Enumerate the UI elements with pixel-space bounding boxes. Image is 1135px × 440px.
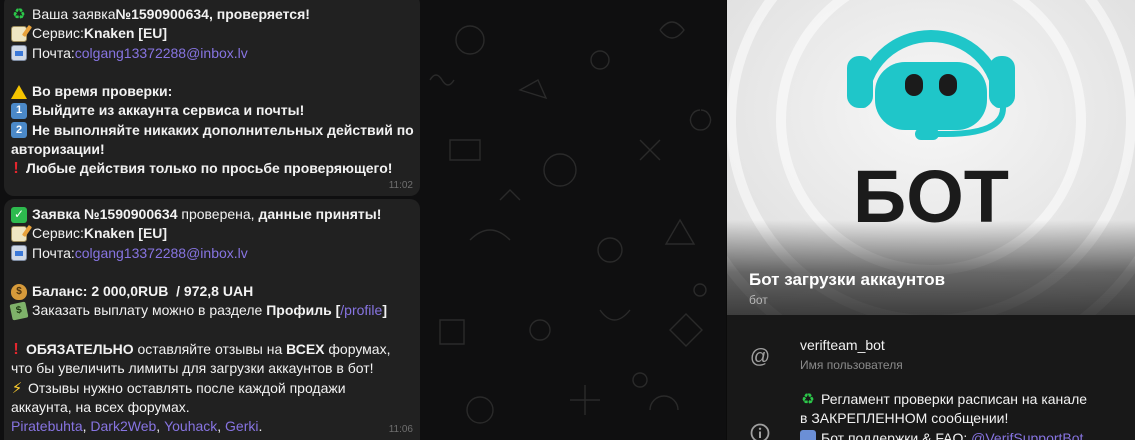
bot-name: Бот загрузки аккаунтов: [749, 270, 946, 289]
message-text: авторизации!: [11, 141, 105, 158]
message-line: ⚡ Отзывы нужно оставлять после каждой пр…: [11, 379, 412, 398]
message-line: ! ОБЯЗАТЕЛЬНО оставляйте отзывы на ВСЕХ …: [11, 340, 412, 359]
books-icon: [800, 430, 816, 440]
message-text: данные приняты!: [258, 206, 382, 222]
message-text: Не выполняйте никаких дополнительных дей…: [32, 121, 414, 138]
email-label: Почта:: [32, 244, 75, 261]
keycap-one-icon: 1: [11, 103, 27, 120]
email-label: Почта:: [32, 44, 75, 61]
username-value: verifteam_bot: [800, 337, 885, 353]
description-text: в ЗАКРЕПЛЕННОМ сообщении!: [800, 410, 1009, 427]
description-row: ♻ Регламент проверки расписан на канале …: [727, 390, 1135, 440]
keycap-two-icon: 2: [11, 122, 27, 139]
forum-link-youhack[interactable]: Youhack: [164, 417, 217, 436]
separator: ,: [217, 418, 226, 435]
memo-icon: [11, 225, 27, 242]
avatar-gradient: [727, 220, 1135, 315]
bot-avatar[interactable]: БОТ Бот загрузки аккаунтов бот: [727, 0, 1135, 315]
service-label: Сервис:: [32, 25, 84, 42]
email-icon: [11, 245, 27, 262]
message-line: Сервис: Knaken [EU]: [11, 24, 412, 43]
message-text: ВСЕХ: [286, 341, 325, 358]
service-value: Knaken [EU]: [83, 25, 168, 42]
separator: ,: [156, 418, 165, 435]
message-line: $ Заказать выплату можно в разделе Профи…: [9, 301, 412, 321]
message-text: Выйдите из аккаунта сервиса и почты!: [32, 102, 305, 119]
username-label: Имя пользователя: [800, 358, 903, 372]
recycle-icon: ♻: [12, 6, 26, 23]
description-line: Бот поддержки & FAQ: @VerifSupportBot: [800, 429, 1120, 440]
message-heading: Во время проверки:: [32, 83, 173, 100]
forum-link-dark2web[interactable]: Dark2Web: [90, 417, 156, 436]
profile-panel: БОТ Бот загрузки аккаунтов бот @ verifte…: [726, 0, 1135, 440]
message-line: 1 Выйдите из аккаунта сервиса и почты!: [11, 101, 412, 120]
warning-icon: [11, 84, 27, 99]
message-text: Любые действия только по просьбе проверя…: [26, 160, 393, 177]
forum-links-line: Piratebuhta , Dark2Web , Youhack , Gerki…: [11, 417, 412, 436]
balance-text: Баланс: 2 000,0RUB / 972,8 UAH: [32, 283, 254, 300]
lightning-icon: ⚡: [11, 379, 23, 397]
message-line: ✓ Заявка №1590900634 проверена, данные п…: [11, 205, 412, 224]
memo-icon: [11, 25, 27, 42]
message-line: что бы увеличить лимиты для загрузки акк…: [11, 359, 412, 378]
chat-area[interactable]: ♻ Ваша заявка №1590900634 , проверяется!…: [0, 0, 726, 440]
message-line: 2 Не выполняйте никаких дополнительных д…: [11, 121, 414, 140]
message-text: , проверяется!: [208, 6, 310, 22]
message-text: Профиль [: [266, 302, 341, 319]
request-id: Заявка №1590900634: [32, 206, 178, 222]
message-line: ♻ Ваша заявка №1590900634 , проверяется!: [11, 5, 412, 24]
message-text: что бы увеличить лимиты для загрузки акк…: [11, 360, 374, 377]
message-text: Заказать выплату можно в разделе: [32, 302, 267, 319]
description-line: ♻ Регламент проверки расписан на канале: [800, 390, 1120, 409]
message-line: Во время проверки:: [11, 82, 412, 101]
forum-link-gerki[interactable]: Gerki: [225, 417, 258, 436]
email-link[interactable]: colgang13372288@inbox.lv: [75, 244, 248, 263]
exclamation-icon: !: [13, 160, 19, 178]
description-text: Бот поддержки & FAQ:: [821, 429, 972, 440]
message-text: ОБЯЗАТЕЛЬНО: [26, 341, 134, 358]
message-time: 11:02: [388, 180, 413, 191]
message-line: Почта: colgang13372288@inbox.lv: [11, 244, 412, 263]
message-line: Сервис: Knaken [EU]: [11, 224, 412, 243]
message-line: авторизации!: [11, 140, 412, 159]
message-line: $ Баланс: 2 000,0RUB / 972,8 UAH: [11, 282, 412, 301]
service-label: Сервис:: [32, 225, 84, 242]
message-text: форумах,: [324, 341, 391, 358]
email-icon: [11, 45, 27, 62]
at-sign-icon: @: [749, 345, 771, 368]
message-text: проверена,: [177, 206, 259, 222]
check-mark-icon: ✓: [11, 206, 27, 223]
forum-link-piratebuhta[interactable]: Piratebuhta: [11, 417, 83, 436]
email-link[interactable]: colgang13372288@inbox.lv: [75, 44, 248, 63]
message-line: ! Любые действия только по просьбе прове…: [11, 159, 412, 178]
bot-description: ♻ Регламент проверки расписан на канале …: [800, 390, 1120, 440]
bot-status: бот: [749, 293, 768, 307]
separator: ,: [82, 418, 91, 435]
message-time: 11:06: [388, 424, 413, 435]
message-line: аккаунта, на всех форумах.: [11, 398, 412, 417]
message-text: .: [258, 418, 263, 435]
description-line: в ЗАКРЕПЛЕННОМ сообщении!: [800, 409, 1120, 428]
service-value: Knaken [EU]: [83, 225, 168, 242]
money-wings-icon: $: [9, 301, 29, 321]
money-bag-icon: $: [11, 283, 27, 300]
request-id: №1590900634: [115, 6, 209, 22]
message-text: оставляйте отзывы на: [133, 341, 287, 358]
profile-command-link[interactable]: /profile: [340, 301, 382, 320]
message-text: аккаунта, на всех форумах.: [11, 398, 190, 415]
message-bubble-check-passed[interactable]: ✓ Заявка №1590900634 проверена, данные п…: [4, 199, 420, 440]
exclamation-icon: !: [13, 341, 19, 359]
message-bubble-check-started[interactable]: ♻ Ваша заявка №1590900634 , проверяется!…: [4, 0, 420, 196]
description-text: Регламент проверки расписан на канале: [821, 391, 1088, 407]
message-text: Отзывы нужно оставлять после каждой прод…: [28, 379, 346, 396]
message-text: Ваша заявка: [32, 6, 116, 22]
message-line: Почта: colgang13372288@inbox.lv: [11, 44, 412, 63]
support-bot-link[interactable]: @VerifSupportBot: [971, 429, 1083, 440]
recycle-icon: ♻: [801, 391, 815, 408]
info-icon: [749, 422, 771, 440]
username-row[interactable]: @ verifteam_bot Имя пользователя: [727, 315, 1135, 390]
message-text: ]: [382, 302, 387, 319]
